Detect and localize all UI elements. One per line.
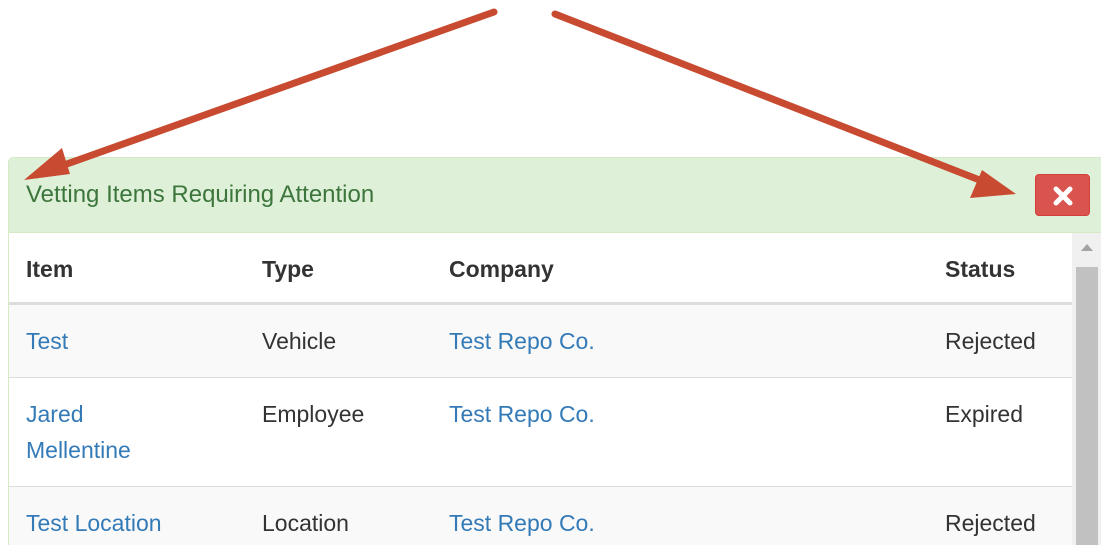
company-cell: Test Repo Co. [432,303,928,378]
status-cell: Rejected [928,303,1072,378]
item-cell: Test Location [9,486,245,545]
header-status[interactable]: Status [928,233,1072,305]
table-header-row: Item Type Company Status [9,233,1072,305]
company-link[interactable]: Test Repo Co. [449,401,595,427]
item-link[interactable]: Test Location [26,510,162,536]
item-cell: Test [9,303,245,378]
type-cell: Vehicle [245,303,432,378]
times-icon [1053,186,1073,206]
vertical-scrollbar[interactable] [1072,233,1101,545]
company-cell: Test Repo Co. [432,486,928,545]
vetting-table: Item Type Company Status Test Vehicle Te… [9,233,1072,545]
header-item[interactable]: Item [9,233,245,305]
company-link[interactable]: Test Repo Co. [449,328,595,354]
company-link[interactable]: Test Repo Co. [449,510,595,536]
panel-heading: Vetting Items Requiring Attention [9,158,1101,233]
header-company[interactable]: Company [432,233,928,305]
status-cell: Rejected [928,486,1072,545]
annotation-arrow-left [24,8,498,180]
panel-title: Vetting Items Requiring Attention [26,181,375,208]
item-link[interactable]: Test [26,328,68,354]
company-cell: Test Repo Co. [432,377,928,487]
type-cell: Employee [245,377,432,487]
item-link[interactable]: Jared Mellentine [26,401,131,463]
scroll-up-arrow-icon[interactable] [1072,233,1101,263]
type-cell: Location [245,486,432,545]
table-row: Jared Mellentine Employee Test Repo Co. … [9,377,1072,487]
table-row: Test Vehicle Test Repo Co. Rejected [9,303,1072,378]
status-cell: Expired [928,377,1072,487]
table-row: Test Location Location Test Repo Co. Rej… [9,486,1072,545]
item-cell: Jared Mellentine [9,377,245,487]
header-type[interactable]: Type [245,233,432,305]
scroll-thumb[interactable] [1076,267,1098,545]
close-button[interactable] [1035,174,1090,216]
table-scroll-area: Item Type Company Status Test Vehicle Te… [9,233,1072,545]
vetting-panel: Vetting Items Requiring Attention Item T… [8,157,1101,545]
screenshot-stage: Vetting Items Requiring Attention Item T… [0,0,1101,545]
